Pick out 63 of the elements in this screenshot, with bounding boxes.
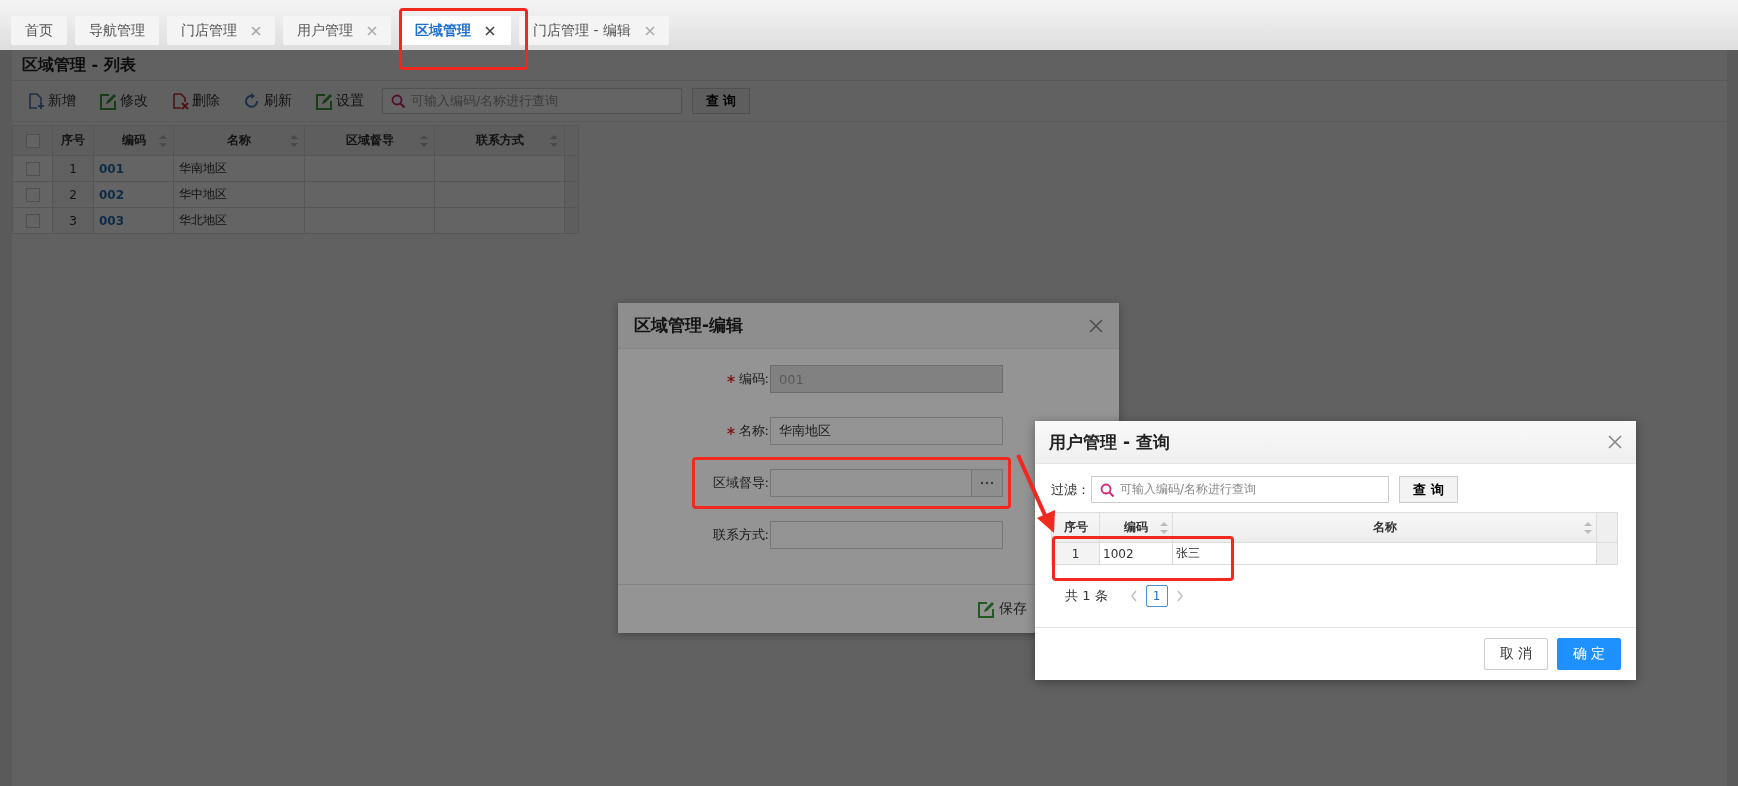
search-icon: [391, 94, 405, 108]
field-label: 区域督导:: [712, 474, 769, 492]
column-header: 序号: [52, 125, 94, 156]
cancel-button[interactable]: 取 消: [1484, 638, 1548, 670]
toolbar-button[interactable]: 修改: [100, 92, 148, 110]
toolbar-button[interactable]: 刷新: [244, 92, 292, 110]
toolbar-button[interactable]: 设置: [316, 92, 364, 110]
field-label: 联系方式:: [712, 526, 769, 544]
table-cell: 华南地区: [173, 155, 305, 182]
filter-label: 过滤：: [1051, 480, 1090, 499]
table-cell: 张三: [1172, 542, 1597, 565]
tab-label: 区域管理: [415, 21, 471, 40]
refresh-icon: [244, 92, 261, 110]
search-button[interactable]: 查 询: [1399, 476, 1458, 503]
page-title: 区域管理 - 列表: [12, 50, 1727, 81]
table-cell: 华北地区: [173, 207, 305, 234]
tab-label: 首页: [25, 21, 53, 40]
dialog-title: 区域管理-编辑: [634, 314, 744, 337]
tab-label: 导航管理: [89, 21, 145, 40]
page-button[interactable]: 1: [1145, 585, 1168, 607]
toolbar-button[interactable]: 删除: [172, 92, 220, 110]
file-plus-icon: [28, 92, 45, 110]
file-x-icon: [172, 92, 189, 110]
previous-page-icon[interactable]: [1129, 590, 1138, 602]
tab[interactable]: 区域管理: [399, 16, 511, 45]
edit-icon: [316, 92, 333, 110]
tab[interactable]: 首页: [11, 16, 67, 45]
column-header: 名称: [173, 125, 305, 156]
more-button[interactable]: [971, 470, 1002, 496]
tab-label: 门店管理: [181, 21, 237, 40]
tab-label: 门店管理 - 编辑: [533, 21, 631, 40]
table-cell: 1002: [1099, 542, 1173, 565]
tab[interactable]: 用户管理: [283, 16, 391, 45]
tab-label: 用户管理: [297, 21, 353, 40]
search-icon: [1100, 482, 1114, 497]
edit-icon: [978, 600, 995, 618]
column-header: 联系方式: [434, 125, 565, 156]
table-cell: 华中地区: [173, 181, 305, 208]
table-cell: 002: [93, 181, 174, 208]
ellipsis-icon: [980, 481, 994, 485]
tab[interactable]: 门店管理: [167, 16, 275, 45]
column-header: 名称: [1172, 512, 1597, 543]
search-button[interactable]: 查 询: [692, 88, 750, 114]
search-field[interactable]: 可输入编码/名称进行查询: [1091, 476, 1389, 503]
confirm-button[interactable]: 确 定: [1557, 638, 1621, 670]
input-field[interactable]: 华南地区: [770, 417, 1003, 445]
total-count: 共 1 条: [1065, 587, 1108, 605]
table-cell: 003: [93, 207, 174, 234]
table-cell: 001: [93, 155, 174, 182]
dialog-title: 用户管理 - 查询: [1049, 430, 1170, 454]
column-header: 区域督导: [304, 125, 435, 156]
column-header: 编码: [93, 125, 174, 156]
close-icon[interactable]: [485, 25, 495, 36]
tab[interactable]: 导航管理: [75, 16, 159, 45]
next-page-icon[interactable]: [1175, 590, 1184, 602]
field-label: 编码:: [738, 370, 769, 388]
tab[interactable]: 门店管理 - 编辑: [519, 16, 669, 45]
save-button[interactable]: 保存: [978, 600, 1027, 618]
picker-field[interactable]: [770, 469, 1003, 497]
edit-icon: [100, 92, 117, 110]
input-field[interactable]: [770, 521, 1003, 549]
toolbar-button[interactable]: 新增: [28, 92, 76, 110]
field-label: 名称:: [738, 422, 769, 440]
